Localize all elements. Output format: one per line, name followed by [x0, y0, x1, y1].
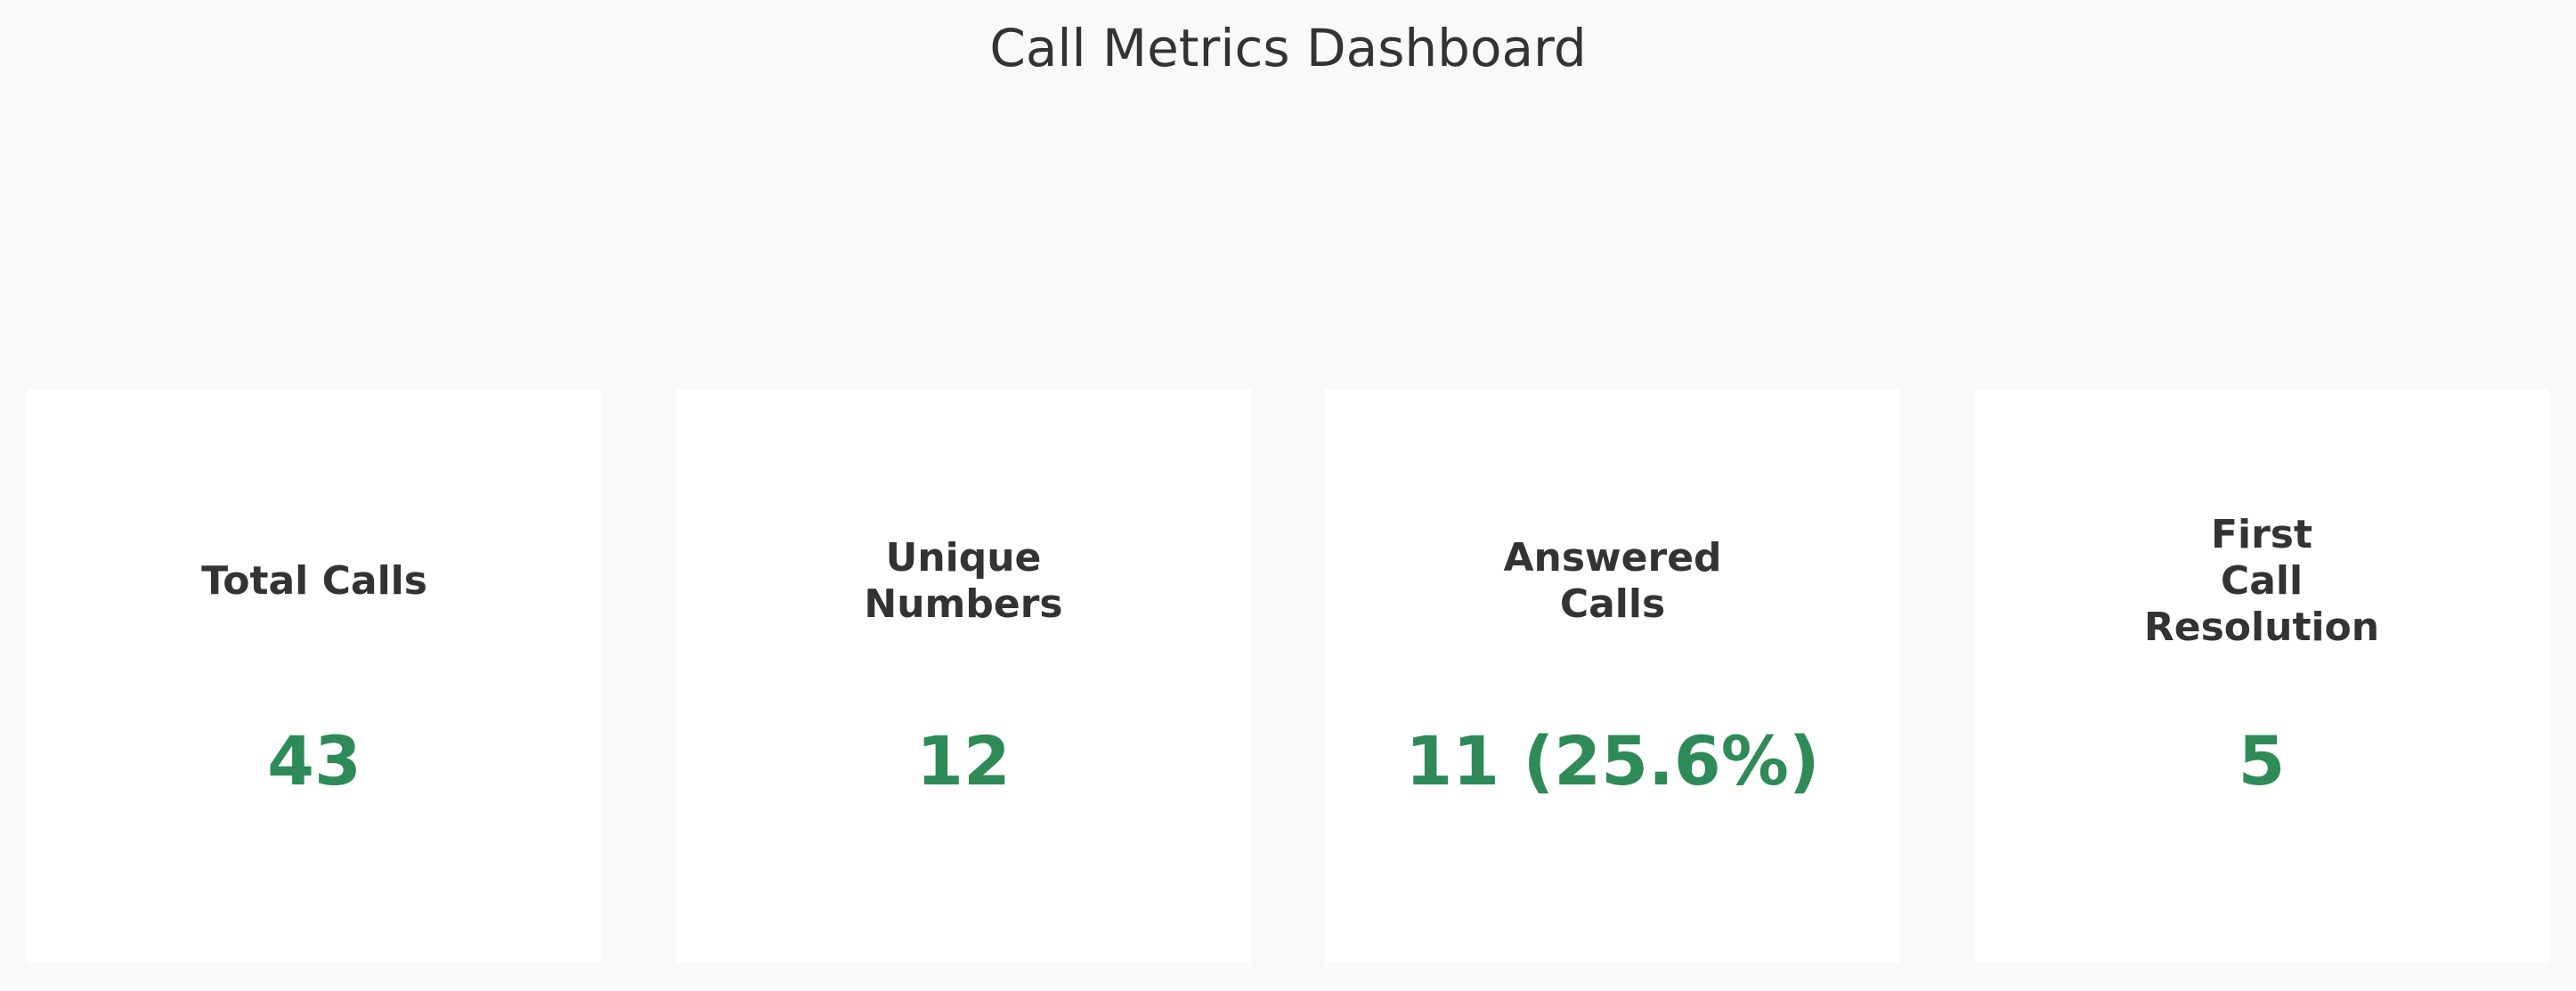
- metric-label: Total Calls: [27, 519, 602, 644]
- metric-value: 11 (25.6%): [1405, 721, 1820, 800]
- metric-label: First Call Resolution: [1974, 512, 2549, 650]
- metric-label-line: Total Calls: [201, 558, 427, 604]
- page-title: Call Metrics Dashboard: [989, 18, 1587, 78]
- metric-label-line: Unique: [885, 535, 1042, 581]
- metric-label-line: Resolution: [2143, 605, 2380, 650]
- metric-value: 43: [267, 721, 362, 800]
- metric-label-line: Answered: [1503, 535, 1722, 581]
- metric-label-line: Call: [2220, 558, 2304, 604]
- metric-label-line: First: [2210, 512, 2313, 557]
- metric-card-answered-calls: Answered Calls 11 (25.6%): [1325, 389, 1900, 963]
- metric-label-line: Numbers: [864, 581, 1063, 627]
- metric-value: 12: [916, 721, 1011, 800]
- metric-label-line: Calls: [1559, 581, 1666, 627]
- metric-label: Unique Numbers: [676, 519, 1251, 644]
- metric-card-total-calls: Total Calls 43: [27, 389, 602, 963]
- metric-card-first-call-resolution: First Call Resolution 5: [1974, 389, 2549, 963]
- metric-value: 5: [2238, 721, 2286, 800]
- metric-label: Answered Calls: [1325, 519, 1900, 644]
- metric-card-unique-numbers: Unique Numbers 12: [676, 389, 1251, 963]
